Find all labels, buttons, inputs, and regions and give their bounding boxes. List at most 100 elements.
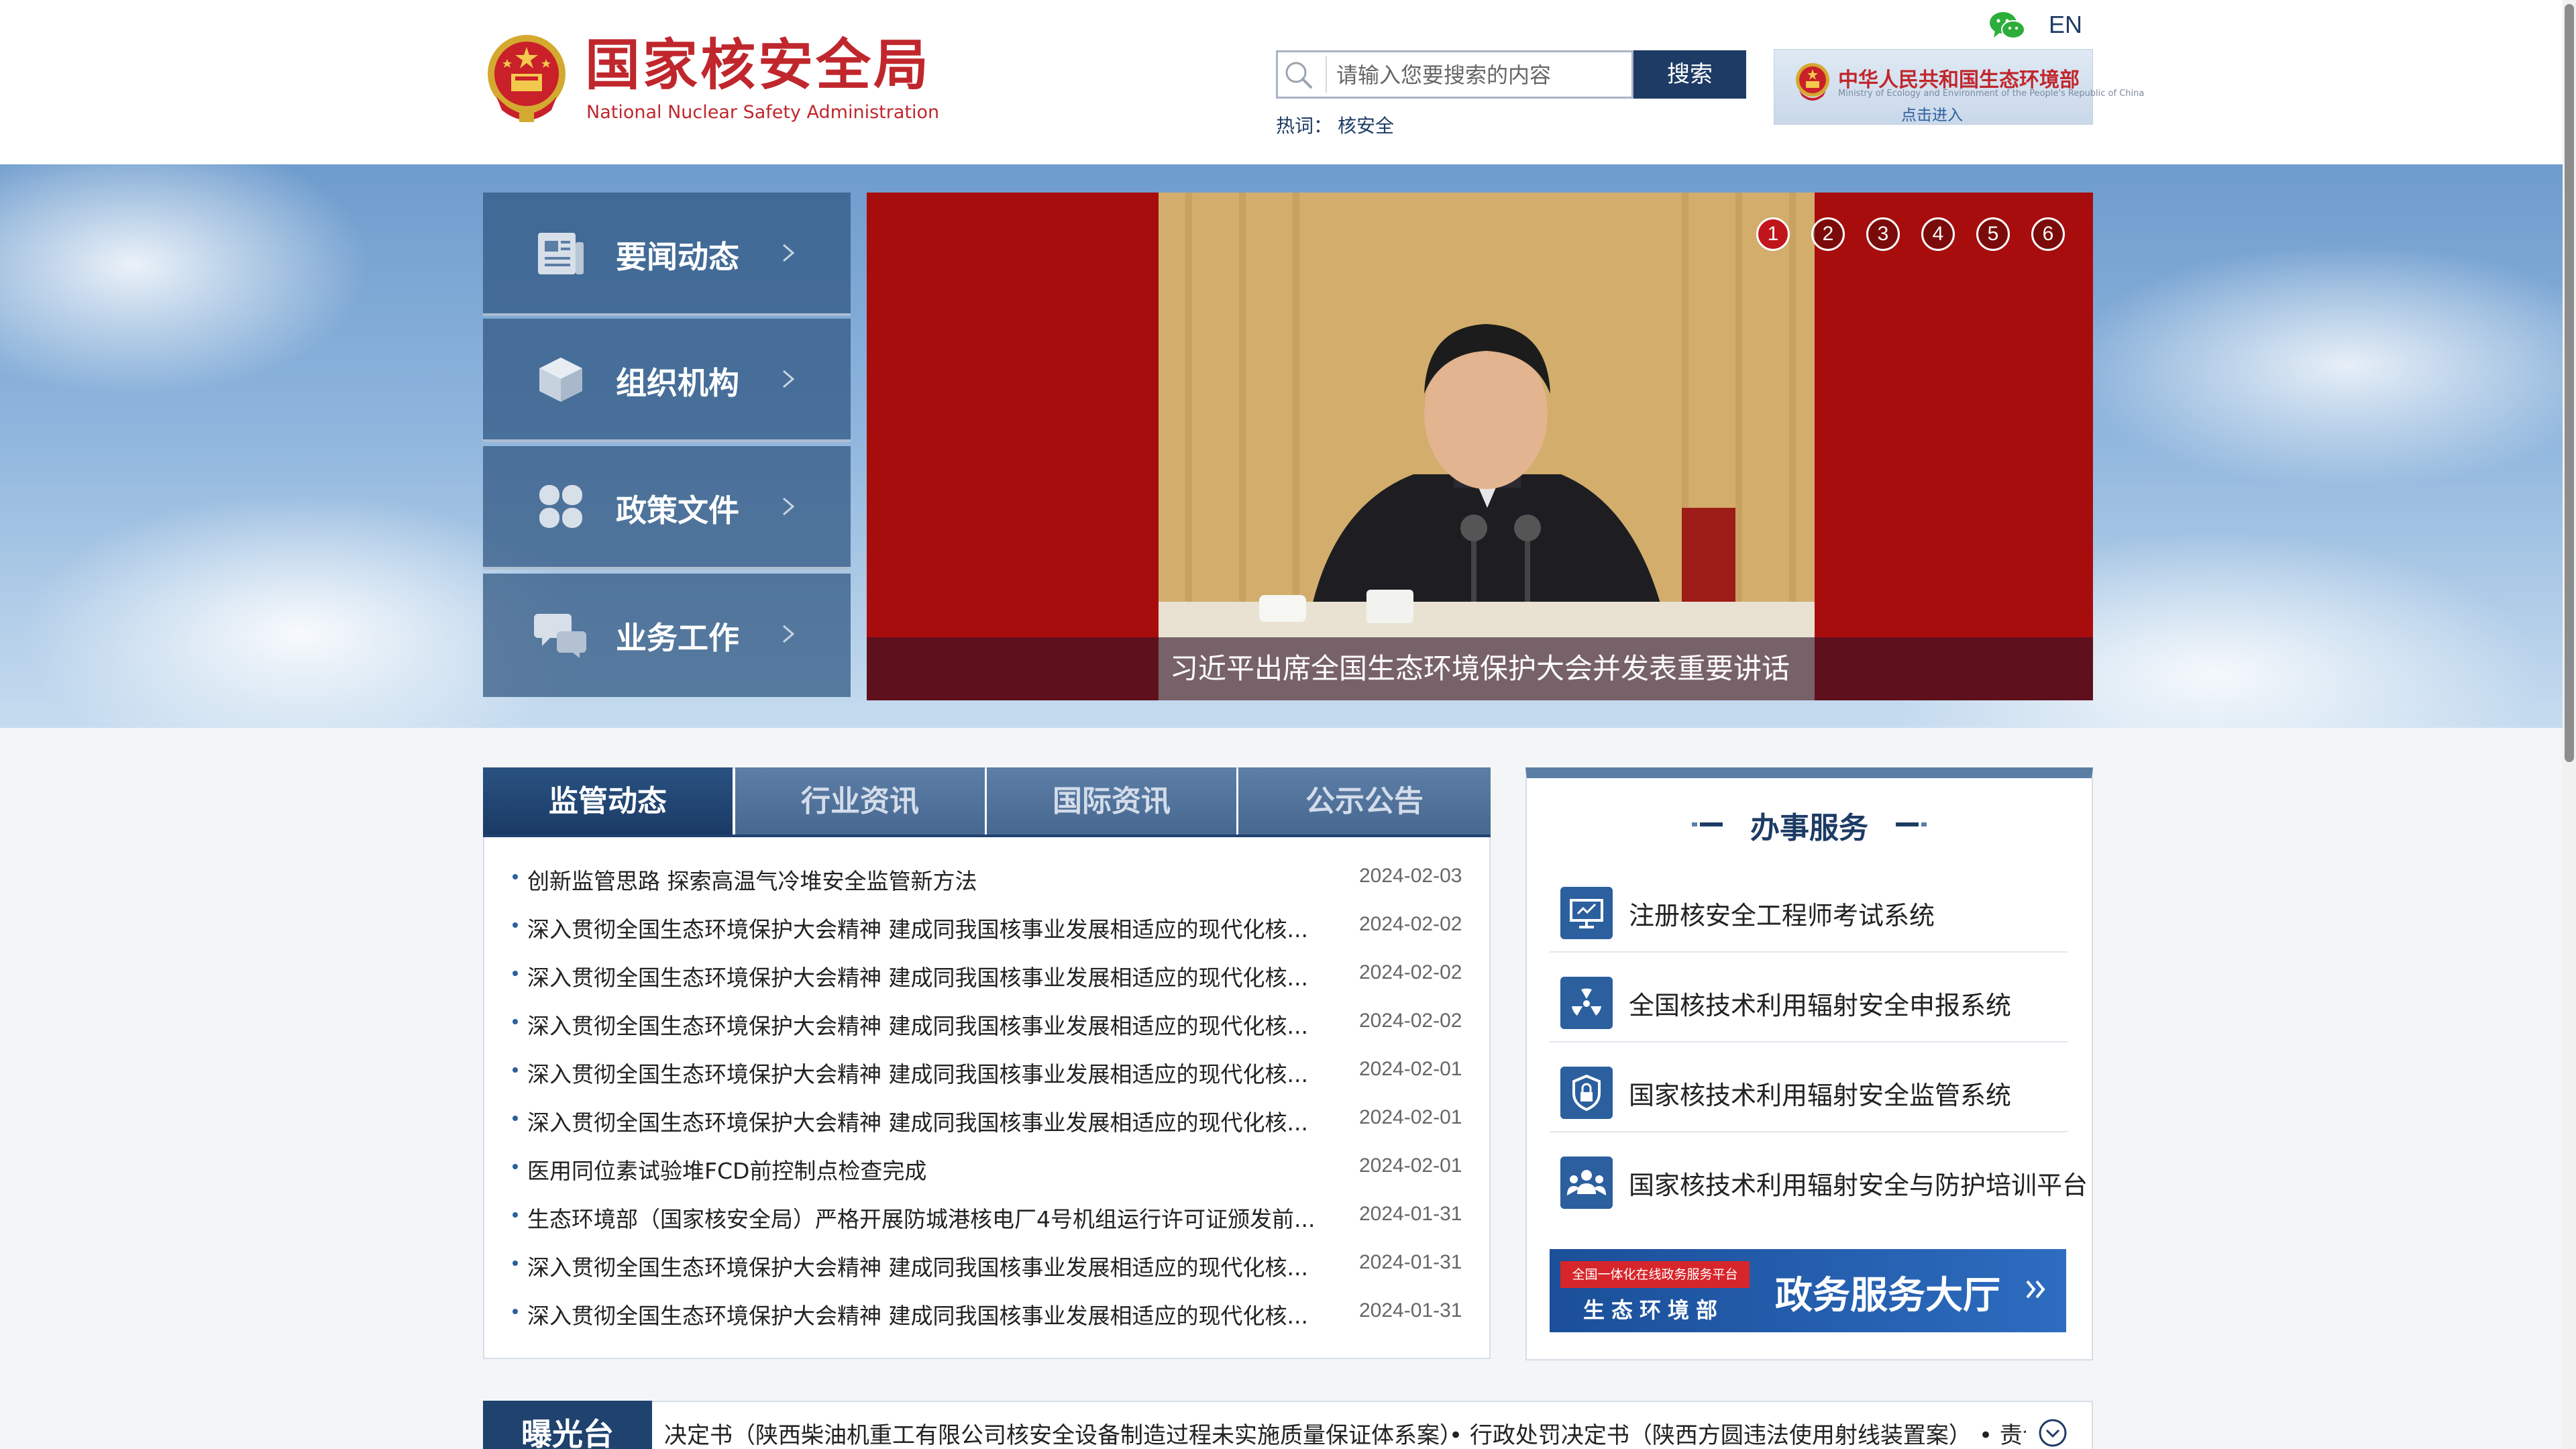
news-date: 2024-01-31 [1359, 1203, 1462, 1225]
news-list-item[interactable]: 深入贯彻全国生态环境保护大会精神 建成同我国核事业发展相适应的现代化核... 20… [513, 1240, 1465, 1289]
service-item-exam[interactable]: 注册核安全工程师考试系统 [1550, 863, 2068, 953]
nav-tile-business[interactable]: 业务工作 [483, 574, 851, 697]
bullet [513, 1116, 518, 1121]
news-title[interactable]: 深入贯彻全国生态环境保护大会精神 建成同我国核事业发展相适应的现代化核... [527, 1057, 1308, 1089]
bullet [513, 1212, 518, 1218]
grid-petals-icon [539, 485, 582, 528]
service-item-radiation-supervision[interactable]: 国家核技术利用辐射安全监管系统 [1550, 1042, 2068, 1132]
news-title[interactable]: 深入贯彻全国生态环境保护大会精神 建成同我国核事业发展相适应的现代化核... [527, 1008, 1308, 1040]
search-input[interactable] [1335, 52, 1633, 98]
service-item-training[interactable]: 国家核技术利用辐射安全与防护培训平台 [1550, 1132, 2088, 1222]
tab-underline [483, 835, 1491, 837]
nav-label: 业务工作 [616, 620, 739, 656]
news-date: 2024-01-31 [1359, 1251, 1462, 1273]
exposure-item[interactable]: 决定书（陕西柴油机重工有限公司核安全设备制造过程未实施质量保证体系案） [664, 1417, 1462, 1449]
service-label[interactable]: 国家核技术利用辐射安全与防护培训平台 [1629, 1165, 2088, 1201]
speaker-illustration [1159, 193, 1815, 700]
tab-supervision[interactable]: 监管动态 [483, 767, 733, 836]
news-title[interactable]: 深入贯彻全国生态环境保护大会精神 建成同我国核事业发展相适应的现代化核... [527, 912, 1308, 944]
language-switch-en[interactable]: EN [2049, 11, 2082, 39]
nav-label: 政策文件 [616, 492, 739, 529]
chevron-right-icon [783, 370, 795, 388]
news-list-item[interactable]: 深入贯彻全国生态环境保护大会精神 建成同我国核事业发展相适应的现代化核... 20… [513, 902, 1465, 951]
news-date: 2024-02-01 [1359, 1155, 1462, 1177]
news-title[interactable]: 医用同位素试验堆FCD前控制点检查完成 [527, 1153, 926, 1185]
carousel-dot[interactable]: 1 [1756, 217, 1790, 251]
cube-icon [539, 358, 582, 402]
carousel-dot[interactable]: 6 [2031, 217, 2065, 251]
hot-word-link[interactable]: 核安全 [1338, 111, 1394, 138]
news-title[interactable]: 生态环境部（国家核安全局）严格开展防城港核电厂4号机组运行许可证颁发前... [527, 1201, 1315, 1234]
hot-words-label: 热词： [1276, 115, 1333, 137]
carousel-dot[interactable]: 4 [1921, 217, 1955, 251]
wechat-icon[interactable] [1988, 11, 2026, 42]
news-list-item[interactable]: 深入贯彻全国生态环境保护大会精神 建成同我国核事业发展相适应的现代化核... 20… [513, 951, 1465, 999]
search-icon [1285, 62, 1312, 89]
search-divider [1326, 56, 1327, 93]
mee-link-subtitle: Ministry of Ecology and Environment of t… [1838, 89, 2145, 99]
nav-tile-policy[interactable]: 政策文件 [483, 446, 851, 570]
gov-service-hall-title[interactable]: 政务服务大厅 [1775, 1265, 2000, 1320]
news-title[interactable]: 创新监管思路 探索高温气冷堆安全监管新方法 [527, 863, 977, 896]
exam-monitor-icon [1560, 887, 1613, 939]
carousel-dot[interactable]: 5 [1976, 217, 2010, 251]
bullet [513, 1067, 518, 1073]
tab-industry[interactable]: 行业资讯 [735, 767, 985, 836]
site-logo-title[interactable]: 国家核安全局 [585, 32, 931, 99]
news-list-item[interactable]: 深入贯彻全国生态环境保护大会精神 建成同我国核事业发展相适应的现代化核... 20… [513, 1047, 1465, 1095]
news-title[interactable]: 深入贯彻全国生态环境保护大会精神 建成同我国核事业发展相适应的现代化核... [527, 1298, 1308, 1330]
carousel-photo[interactable] [1159, 193, 1815, 700]
news-list-item[interactable]: 创新监管思路 探索高温气冷堆安全监管新方法 2024-02-03 [513, 854, 1465, 902]
tab-international[interactable]: 国际资讯 [987, 767, 1236, 836]
mee-link-enter[interactable]: 点击进入 [1901, 102, 1963, 125]
news-list-item[interactable]: 生态环境部（国家核安全局）严格开展防城港核电厂4号机组运行许可证颁发前... 20… [513, 1192, 1465, 1240]
news-title[interactable]: 深入贯彻全国生态环境保护大会精神 建成同我国核事业发展相适应的现代化核... [527, 1105, 1308, 1137]
search-button[interactable]: 搜索 [1633, 50, 1746, 99]
bullet [513, 1164, 518, 1169]
carousel-dot[interactable]: 3 [1866, 217, 1900, 251]
chevron-down-circle-icon[interactable] [2038, 1418, 2068, 1448]
bullet [513, 922, 518, 928]
mee-emblem-icon [1796, 63, 1829, 101]
news-date: 2024-01-31 [1359, 1299, 1462, 1322]
service-label[interactable]: 国家核技术利用辐射安全监管系统 [1629, 1075, 2011, 1112]
news-date: 2024-02-01 [1359, 1106, 1462, 1128]
nav-label: 组织机构 [616, 365, 739, 401]
news-list-item[interactable]: 深入贯彻全国生态环境保护大会精神 建成同我国核事业发展相适应的现代化核... 20… [513, 1289, 1465, 1337]
newspaper-icon [538, 233, 584, 274]
site-logo-subtitle[interactable]: National Nuclear Safety Administration [586, 102, 939, 123]
service-title: 办事服务 [1750, 811, 1868, 845]
gov-platform-badge: 全国一体化在线政务服务平台 [1560, 1261, 1750, 1288]
double-chevron-right-icon [2026, 1280, 2045, 1299]
exposure-item[interactable]: • 责令 [1979, 1417, 2026, 1449]
news-date: 2024-02-01 [1359, 1058, 1462, 1080]
news-list-item[interactable]: 深入贯彻全国生态环境保护大会精神 建成同我国核事业发展相适应的现代化核... 20… [513, 1095, 1465, 1144]
title-decoration-icon [1692, 822, 1723, 826]
news-title[interactable]: 深入贯彻全国生态环境保护大会精神 建成同我国核事业发展相适应的现代化核... [527, 960, 1308, 992]
carousel-caption[interactable]: 习近平出席全国生态环境保护大会并发表重要讲话 [867, 637, 2093, 700]
news-title[interactable]: 深入贯彻全国生态环境保护大会精神 建成同我国核事业发展相适应的现代化核... [527, 1250, 1308, 1282]
bullet [513, 1260, 518, 1266]
bullet [513, 1309, 518, 1314]
bullet [513, 874, 518, 879]
news-carousel[interactable]: 习近平出席全国生态环境保护大会并发表重要讲话 [867, 193, 2093, 700]
news-date: 2024-02-03 [1359, 865, 1462, 887]
carousel-dot[interactable]: 2 [1811, 217, 1845, 251]
news-list-item[interactable]: 医用同位素试验堆FCD前控制点检查完成 2024-02-01 [513, 1144, 1465, 1192]
national-emblem-icon[interactable] [482, 30, 572, 127]
title-decoration-icon [1896, 822, 1927, 826]
service-label[interactable]: 全国核技术利用辐射安全申报系统 [1629, 985, 2011, 1022]
scrollbar-thumb[interactable] [2565, 4, 2574, 762]
nav-tile-news[interactable]: 要闻动态 [483, 193, 851, 316]
nav-tile-organization[interactable]: 组织机构 [483, 319, 851, 442]
exposure-ticker: 决定书（陕西柴油机重工有限公司核安全设备制造过程未实施质量保证体系案） • 行政… [664, 1417, 2026, 1449]
bullet [513, 1019, 518, 1024]
service-item-radiation-report[interactable]: 全国核技术利用辐射安全申报系统 [1550, 953, 2068, 1042]
service-label[interactable]: 注册核安全工程师考试系统 [1629, 895, 1935, 932]
exposure-label: 曝光台 [483, 1401, 652, 1449]
people-training-icon [1560, 1157, 1613, 1209]
news-date: 2024-02-02 [1359, 961, 1462, 983]
news-list-item[interactable]: 深入贯彻全国生态环境保护大会精神 建成同我国核事业发展相适应的现代化核... 20… [513, 999, 1465, 1047]
tab-announcements[interactable]: 公示公告 [1238, 767, 1491, 836]
exposure-item[interactable]: • 行政处罚决定书（陕西方圆违法使用射线装置案） [1449, 1417, 1972, 1449]
